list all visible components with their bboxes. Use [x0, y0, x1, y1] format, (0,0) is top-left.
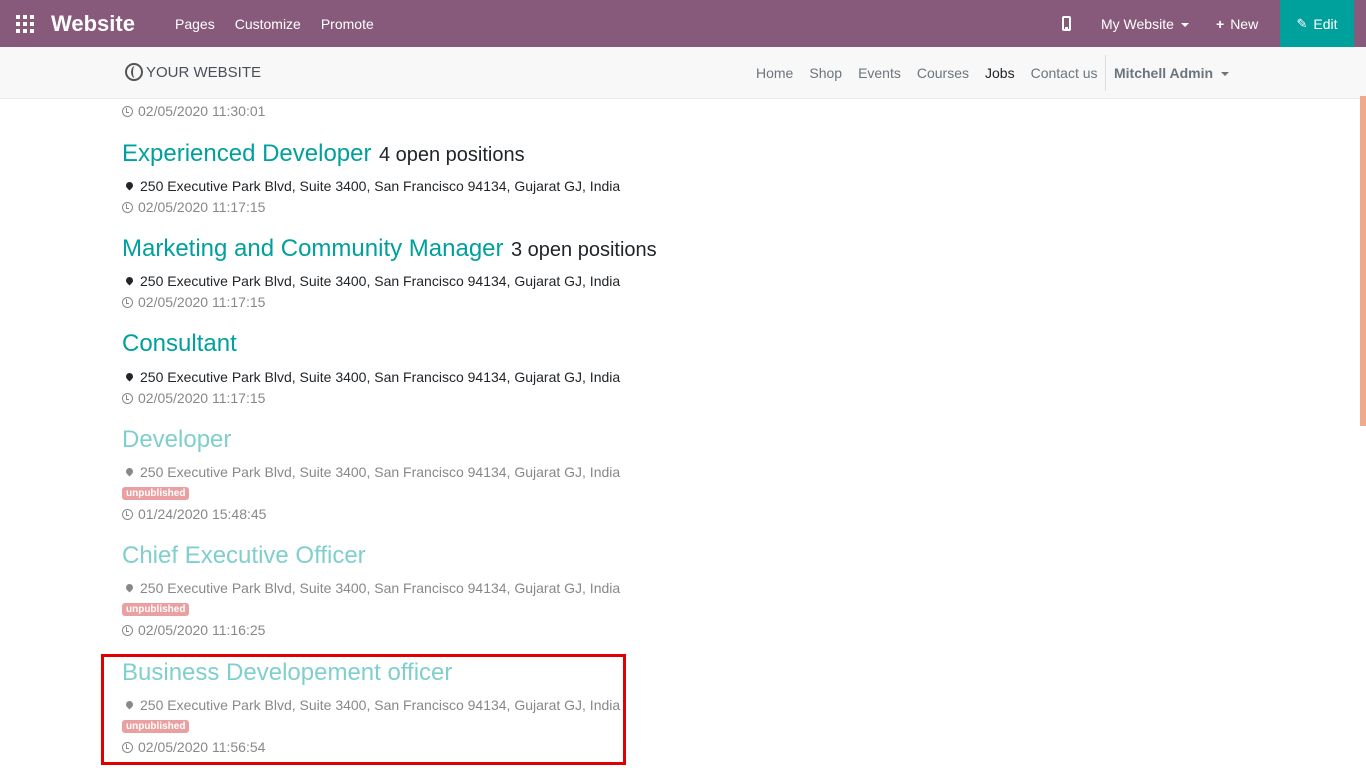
admin-topbar: Website Pages Customize Promote My Websi… [0, 0, 1366, 47]
site-header: YOUR WEBSITE Home Shop Events Courses Jo… [0, 47, 1366, 99]
map-marker-icon [124, 466, 135, 477]
job-date: 02/05/2020 11:16:25 [122, 622, 265, 638]
job-date: 02/05/2020 11:17:15 [122, 390, 265, 406]
open-positions: 4 open positions [378, 144, 525, 166]
nav-contact-us[interactable]: Contact us [1031, 65, 1098, 81]
job-address: 250 Executive Park Blvd, Suite 3400, San… [124, 273, 620, 289]
job-address: 250 Executive Park Blvd, Suite 3400, San… [124, 369, 620, 385]
app-title: Website [51, 11, 135, 36]
scrollbar[interactable] [1360, 96, 1366, 426]
mobile-preview-icon[interactable] [1062, 16, 1071, 31]
job-date: 02/05/2020 11:17:15 [122, 294, 265, 310]
job-date: 02/05/2020 11:17:15 [122, 199, 265, 215]
nav-events[interactable]: Events [858, 65, 901, 81]
nav-home[interactable]: Home [756, 65, 793, 81]
edit-button[interactable]: ✎ Edit [1280, 0, 1354, 47]
job-date: 01/24/2020 15:48:45 [122, 506, 266, 522]
nav-jobs[interactable]: Jobs [985, 65, 1015, 81]
job-item: Experienced Developer 4 open positions 2… [122, 140, 620, 215]
nav-courses[interactable]: Courses [917, 65, 969, 81]
job-address: 250 Executive Park Blvd, Suite 3400, San… [124, 464, 620, 480]
menu-promote[interactable]: Promote [321, 16, 374, 32]
apps-icon[interactable] [16, 15, 34, 33]
caret-down-icon [1221, 72, 1230, 77]
pencil-icon: ✎ [1296, 15, 1308, 31]
caret-down-icon [1180, 23, 1189, 28]
clock-icon [122, 393, 133, 404]
job-address: 250 Executive Park Blvd, Suite 3400, San… [124, 580, 620, 596]
map-marker-icon [124, 582, 135, 593]
unpublished-badge: unpublished [122, 487, 190, 500]
nav-shop[interactable]: Shop [809, 65, 842, 81]
job-item: Consultant 250 Executive Park Blvd, Suit… [122, 330, 620, 406]
new-button-label: New [1230, 16, 1259, 32]
unpublished-badge: unpublished [122, 603, 190, 616]
clock-icon [122, 106, 133, 117]
top-menu: Pages Customize Promote [175, 16, 374, 32]
clock-icon [122, 509, 133, 520]
website-selector-label: My Website [1101, 16, 1174, 32]
job-address: 250 Executive Park Blvd, Suite 3400, San… [124, 178, 620, 194]
clock-icon [122, 625, 133, 636]
open-positions: 3 open positions [510, 239, 657, 261]
job-item: Marketing and Community Manager 3 open p… [122, 235, 657, 310]
menu-pages[interactable]: Pages [175, 16, 215, 32]
globe-icon [125, 63, 143, 81]
user-menu[interactable]: Mitchell Admin [1114, 65, 1230, 81]
job-title-link[interactable]: Developer [122, 426, 231, 453]
job-item: Chief Executive Officer 250 Executive Pa… [122, 542, 620, 638]
job-date: 02/05/2020 11:30:01 [122, 103, 265, 119]
highlight-box [101, 654, 626, 765]
job-title-link[interactable]: Marketing and Community Manager [122, 235, 504, 262]
job-title-link[interactable]: Experienced Developer [122, 140, 371, 167]
job-title-link[interactable]: Consultant [122, 330, 237, 357]
clock-icon [122, 297, 133, 308]
map-marker-icon [124, 371, 135, 382]
clock-icon [122, 202, 133, 213]
menu-customize[interactable]: Customize [235, 16, 301, 32]
edit-button-label: Edit [1313, 15, 1338, 32]
logo-text: YOUR WEBSITE [146, 63, 262, 81]
site-nav: Home Shop Events Courses Jobs Contact us [756, 65, 1114, 81]
map-marker-icon [124, 180, 135, 191]
map-marker-icon [124, 275, 135, 286]
nav-divider [1105, 55, 1106, 91]
site-logo[interactable]: YOUR WEBSITE [125, 63, 261, 81]
user-name: Mitchell Admin [1114, 65, 1214, 81]
new-button[interactable]: + New [1216, 16, 1258, 32]
job-title-link[interactable]: Chief Executive Officer [122, 542, 366, 569]
website-selector[interactable]: My Website [1101, 16, 1189, 32]
job-item: Developer 250 Executive Park Blvd, Suite… [122, 426, 620, 522]
plus-icon: + [1216, 16, 1225, 32]
